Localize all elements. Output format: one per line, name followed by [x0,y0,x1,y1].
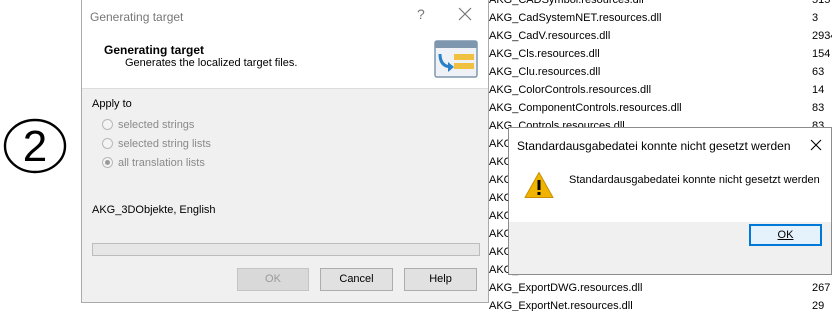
close-icon[interactable] [458,7,472,21]
file-name: AKG_ExportDWG.resources.dll [489,282,643,294]
message-text: Standardausgabedatei konnte nicht gesetz… [569,174,820,186]
warning-icon [524,172,554,198]
dialog-subheading: Generates the localized target files. [125,57,298,69]
file-list-row[interactable]: AKG_ExportNet.resources.dll 29 [487,297,832,311]
radio-button[interactable] [102,138,113,149]
file-list-row[interactable]: AKG_ExportDWG.resources.dll 267 [487,279,832,297]
file-name: AKG_ExportNet.resources.dll [489,300,633,311]
file-list-row[interactable]: AKG_ComponentControls.resources.dll 83 [487,99,832,117]
radio-button[interactable] [102,119,113,130]
file-size: 3 [812,12,819,24]
message-body: Standardausgabedatei konnte nicht gesetz… [509,162,831,222]
radio-label: selected strings [118,119,195,131]
file-name: AKG_ComponentControls.resources.dll [489,102,682,114]
close-icon[interactable] [810,139,822,151]
file-name: AKG_Cls.resources.dll [489,48,600,60]
ok-button[interactable]: OK [749,224,822,246]
generate-target-icon [434,40,478,78]
file-name: AKG_ColorControls.resources.dll [489,84,652,96]
apply-to-label: Apply to [92,98,132,110]
file-size: 63 [812,66,825,78]
radio-label: all translation lists [118,157,205,169]
dialog-title: Generating target [90,10,184,24]
help-button[interactable]: Help [404,268,477,291]
file-size: 267 [812,282,831,294]
file-list-row[interactable]: AKG_Cls.resources.dll 154 [487,45,832,63]
radio-button-checked[interactable] [102,157,113,168]
file-list-row[interactable]: AKG_ColorControls.resources.dll 14 [487,81,832,99]
file-list-row[interactable]: AKG_CadSystemNET.resources.dll 3 [487,9,832,27]
file-size: 14 [812,84,825,96]
ok-button[interactable]: OK [237,268,309,291]
message-titlebar: Standardausgabedatei konnte nicht gesetz… [509,128,831,162]
radio-label: selected string lists [118,138,211,150]
message-title: Standardausgabedatei konnte nicht gesetz… [517,139,791,153]
file-list-row[interactable]: AKG_CADSymbol.resources.dll 515 [487,0,832,9]
file-name: AKG_CadV.resources.dll [489,30,611,42]
dialog-titlebar: Generating target ? [82,0,488,31]
file-size: 29 [812,300,825,311]
file-size: 515 [812,0,831,6]
error-message-box: Standardausgabedatei konnte nicht gesetz… [508,127,832,275]
dialog-header: Generating target Generates the localize… [82,31,488,89]
file-name: AKG_Clu.resources.dll [489,66,601,78]
file-list-row[interactable]: AKG_Clu.resources.dll 63 [487,63,832,81]
dialog-heading: Generating target [104,43,205,57]
file-name: AKG_CadSystemNET.resources.dll [489,12,662,24]
help-icon[interactable]: ? [417,6,425,22]
project-language-label: AKG_3DObjekte, English [92,204,216,216]
generating-target-dialog: Generating target ? Generating target Ge… [81,0,489,303]
file-list-row[interactable]: AKG_CadV.resources.dll 2934 [487,27,832,45]
file-size: 83 [812,102,825,114]
step-number: 2 [23,122,47,171]
file-size: 2934 [812,30,832,42]
step-number-badge: 2 [3,118,67,174]
cancel-button[interactable]: Cancel [320,268,393,291]
progress-bar [92,243,480,256]
file-size: 154 [812,48,831,60]
file-name: AKG_CADSymbol.resources.dll [489,0,644,6]
